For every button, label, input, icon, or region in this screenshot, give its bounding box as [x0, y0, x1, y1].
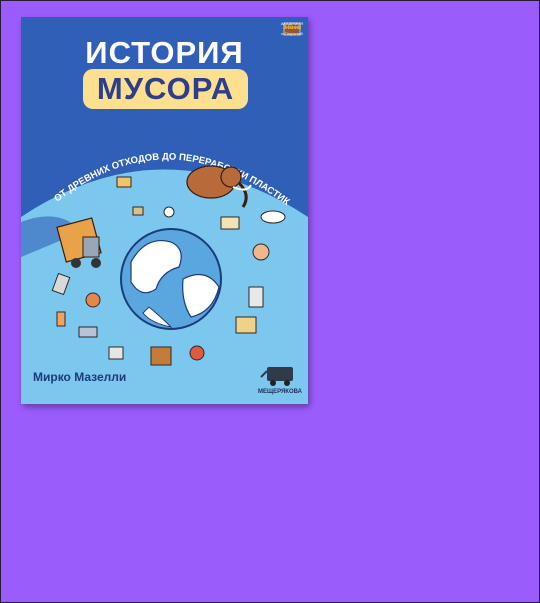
book-title-line2: МУСОРА [96, 71, 235, 106]
series-label: АКАДЕМИЯ Знаний и Открытий [277, 21, 307, 36]
series-bot: и Открытий [281, 31, 303, 36]
globe-icon [120, 228, 222, 330]
book-title-line1: ИСТОРИЯ [85, 35, 244, 70]
author-name: Мирко Мазелли [33, 370, 127, 384]
book-cover: ОТ ДРЕВНИХ ОТХОДОВ ДО ПЕРЕРАБОТКИ ПЛАСТИ… [21, 17, 308, 404]
publisher-name: МЕЩЕРЯКОВА [258, 389, 302, 395]
